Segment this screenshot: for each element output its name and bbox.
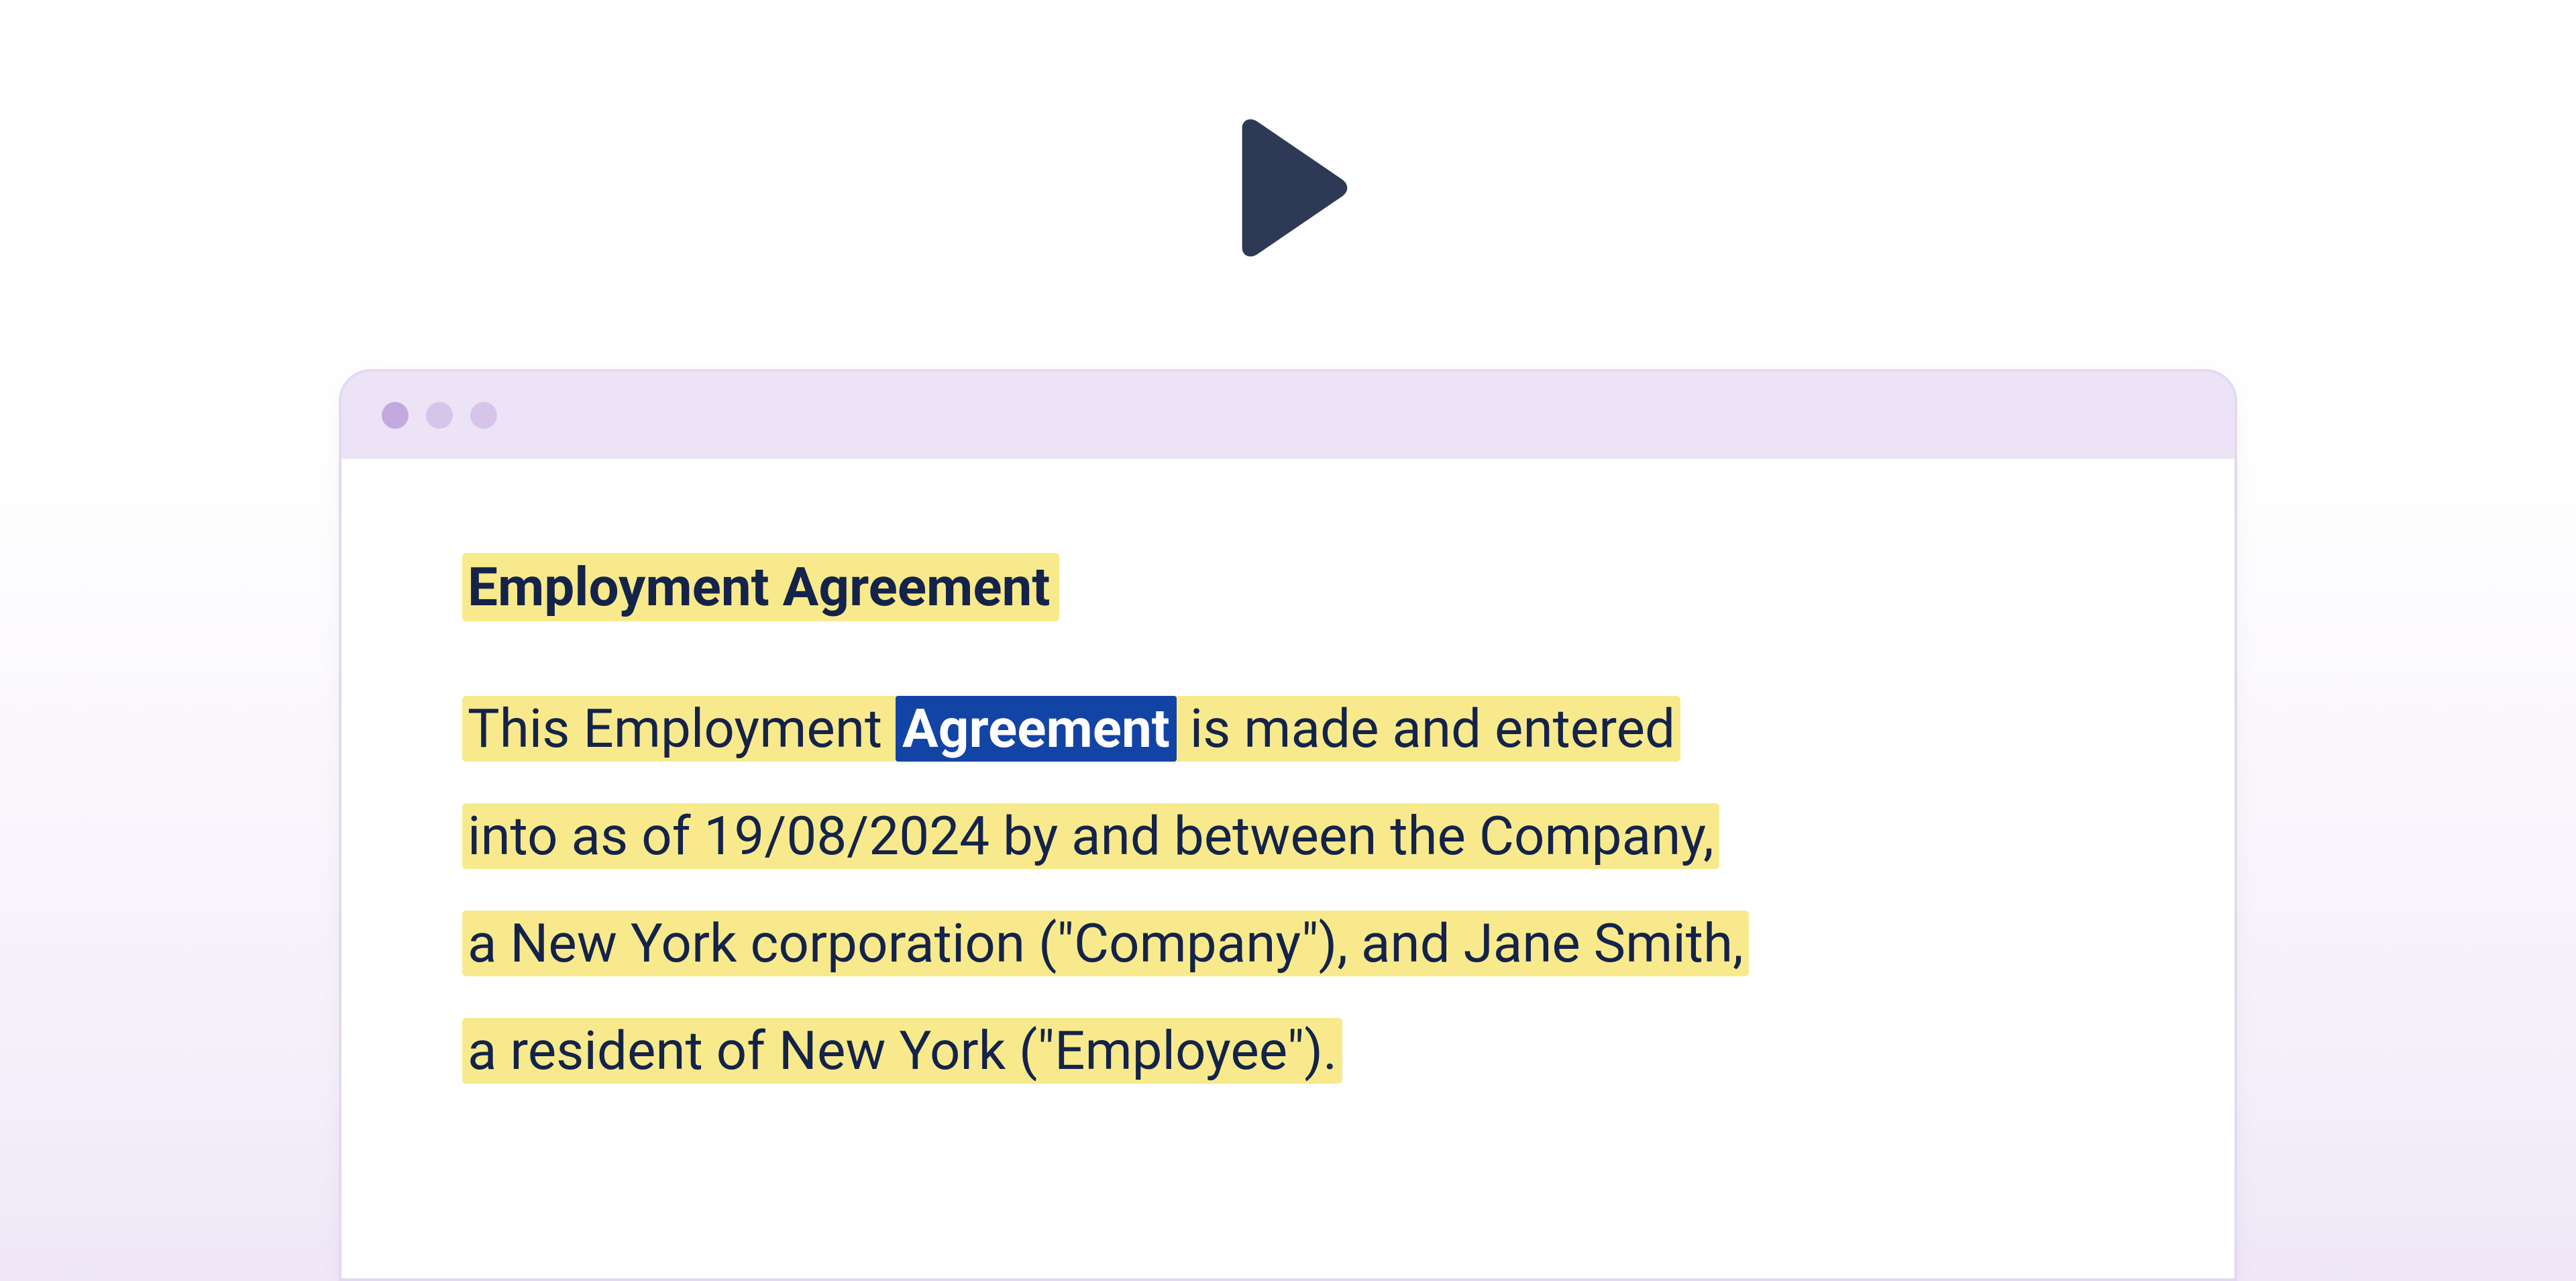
play-icon: [1224, 114, 1352, 262]
traffic-light-zoom[interactable]: [470, 402, 497, 429]
window-titlebar: [341, 372, 2235, 459]
body-line-1a: This Employment Agreement is made and en…: [462, 696, 1680, 762]
traffic-light-close[interactable]: [382, 402, 409, 429]
document-body: This Employment Agreement is made and en…: [462, 675, 2114, 1105]
body-line-4: a resident of New York ("Employee").: [462, 1018, 1342, 1084]
selected-word[interactable]: Agreement: [896, 696, 1177, 762]
body-line-2: into as of 19/08/2024 by and between the…: [462, 803, 1719, 869]
document-content: Employment Agreement This Employment Agr…: [341, 459, 2235, 1105]
browser-window: Employment Agreement This Employment Agr…: [339, 369, 2237, 1281]
play-button[interactable]: [0, 114, 2576, 262]
body-line-3: a New York corporation ("Company"), and …: [462, 911, 1749, 976]
traffic-light-minimize[interactable]: [426, 402, 453, 429]
document-title: Employment Agreement: [462, 553, 1059, 621]
